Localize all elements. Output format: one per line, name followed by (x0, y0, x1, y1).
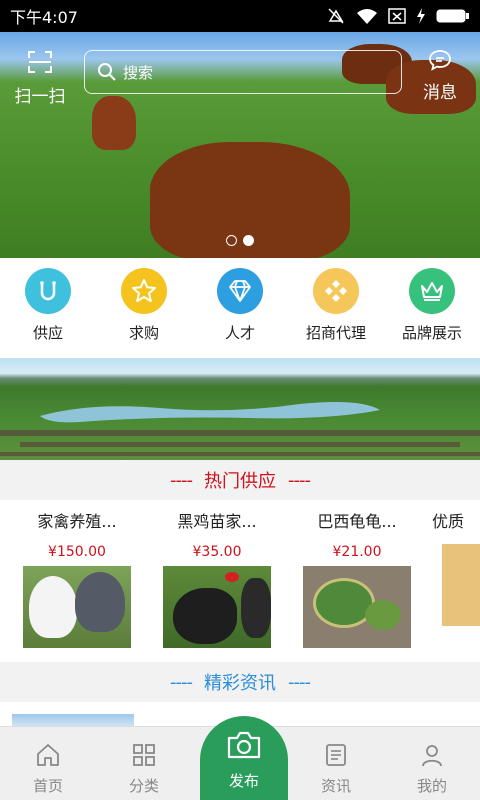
product-price: ¥35.00 (192, 544, 242, 560)
header-dash: ---- (170, 469, 193, 491)
star-icon (121, 268, 167, 314)
promo-banner[interactable] (0, 358, 480, 460)
pigeon-image (23, 566, 131, 648)
grassland-illustration (0, 402, 480, 456)
user-icon (422, 745, 442, 767)
search-placeholder: 搜索 (123, 63, 154, 82)
carousel-dot[interactable] (226, 235, 237, 246)
grid-icon (133, 744, 155, 766)
product-list: 家禽养殖... ¥150.00 黑鸡苗家... ¥35.00 巴西龟龟... ¥… (0, 500, 480, 660)
no-sim-icon (388, 8, 406, 24)
category-purchase[interactable]: 求购 (96, 258, 192, 358)
wifi-icon (357, 9, 377, 24)
diamond-icon (217, 268, 263, 314)
message-label: 消息 (423, 83, 457, 103)
chicken-image (163, 566, 271, 648)
product-name: 黑鸡苗家... (177, 512, 257, 531)
nav-category[interactable]: 分类 (96, 743, 192, 796)
product-name: 家禽养殖... (37, 512, 117, 531)
status-icons (326, 7, 470, 25)
product-card[interactable]: 巴西龟龟... ¥21.00 (292, 500, 422, 648)
hot-supply-header: ---- 热门供应 ---- (0, 460, 480, 500)
category-label: 人才 (224, 324, 255, 342)
search-input[interactable]: 搜索 (84, 50, 402, 94)
battery-icon (436, 9, 469, 23)
supply-icon (25, 268, 71, 314)
category-row: 供应 求购 人才 招商代理 品牌展示 (0, 258, 480, 358)
product-price: ¥150.00 (48, 544, 106, 560)
product-card[interactable]: 黑鸡苗家... ¥35.00 (152, 500, 282, 648)
camera-icon (227, 731, 261, 759)
category-supply[interactable]: 供应 (0, 258, 96, 358)
hot-supply-title: 热门供应 (204, 471, 276, 492)
status-time: 下午4:07 (10, 8, 78, 27)
category-label: 供应 (32, 324, 63, 342)
nav-label: 我的 (416, 777, 447, 795)
carousel-dot-active[interactable] (243, 235, 254, 246)
message-button[interactable]: 消息 (410, 48, 470, 103)
news-icon (326, 744, 346, 766)
scan-icon (28, 51, 52, 73)
header-dash: ---- (288, 671, 311, 693)
news-thumbnail[interactable] (12, 714, 134, 726)
nav-label: 发布 (228, 772, 259, 790)
category-label: 求购 (128, 324, 159, 342)
crown-icon (409, 268, 455, 314)
category-label: 品牌展示 (401, 324, 462, 342)
turtle-image (303, 566, 411, 648)
category-brand[interactable]: 品牌展示 (384, 258, 480, 358)
message-icon (429, 50, 451, 71)
scan-label: 扫一扫 (14, 87, 66, 107)
product-image (442, 544, 480, 626)
charging-icon (417, 8, 425, 24)
header-dash: ---- (170, 671, 193, 693)
nav-home[interactable]: 首页 (0, 743, 96, 796)
search-icon (98, 63, 116, 81)
home-icon (37, 744, 59, 766)
nav-news[interactable]: 资讯 (288, 743, 384, 796)
nav-label: 首页 (32, 777, 63, 795)
category-label: 招商代理 (305, 324, 366, 342)
diamond-grid-icon (313, 268, 359, 314)
nav-mine[interactable]: 我的 (384, 743, 480, 796)
nav-label: 分类 (128, 777, 159, 795)
product-name: 优质 (432, 512, 465, 531)
category-agency[interactable]: 招商代理 (288, 258, 384, 358)
status-bar: 下午4:07 (0, 0, 480, 32)
hero-banner[interactable]: 扫一扫 搜索 消息 (0, 32, 480, 258)
mute-icon (328, 8, 344, 24)
news-title: 精彩资讯 (204, 673, 276, 694)
publish-button[interactable]: 发布 (200, 716, 288, 800)
scan-button[interactable]: 扫一扫 (10, 50, 70, 107)
product-name: 巴西龟龟... (317, 512, 397, 531)
category-talent[interactable]: 人才 (192, 258, 288, 358)
product-price: ¥21.00 (332, 544, 382, 560)
nav-label: 资讯 (320, 777, 351, 795)
carousel-indicator (0, 235, 480, 246)
product-card[interactable]: 优质 (432, 500, 480, 626)
header-dash: ---- (288, 469, 311, 491)
news-header: ---- 精彩资讯 ---- (0, 662, 480, 702)
product-card[interactable]: 家禽养殖... ¥150.00 (12, 500, 142, 648)
cow-illustration (92, 96, 136, 150)
